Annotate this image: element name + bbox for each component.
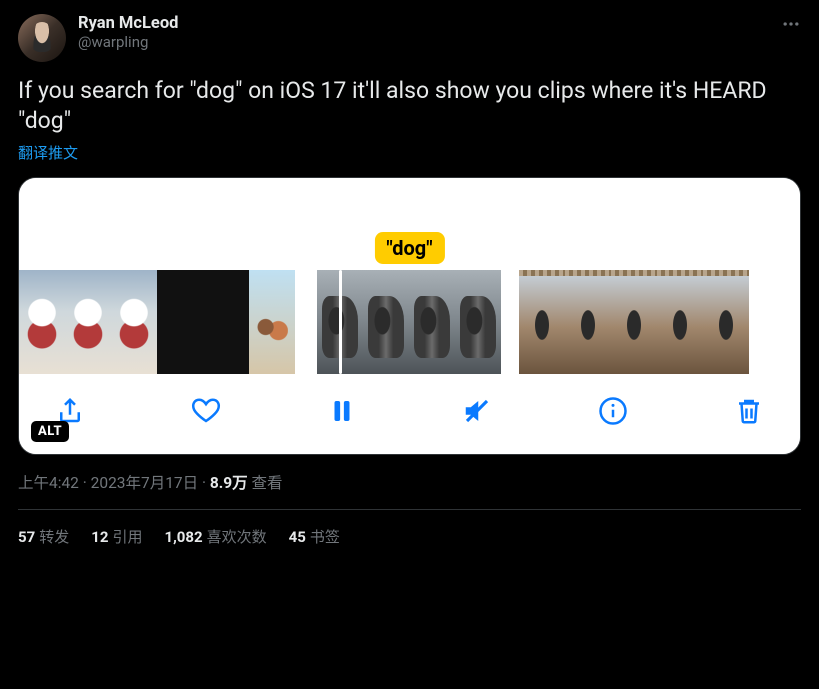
clip-group[interactable] [313,270,501,374]
clip-frame [409,270,455,374]
clip-frame [565,270,611,374]
avatar[interactable] [18,14,66,62]
pause-button[interactable] [325,394,359,428]
display-name: Ryan McLeod [78,14,178,33]
tweet-text: If you search for "dog" on iOS 17 it'll … [18,76,801,136]
retweets-stat[interactable]: 57转发 [18,526,69,547]
pause-icon [327,396,357,426]
clip-group[interactable] [519,270,749,374]
clip-frame [363,270,409,374]
info-icon [598,396,628,426]
clip-frame [657,270,703,374]
media-caption-area: "dog" [19,178,800,270]
clip-frame [19,270,65,374]
mute-button[interactable] [460,394,494,428]
user-handle: @warpling [78,33,178,51]
speaker-muted-icon [462,396,492,426]
clip-frame [455,270,501,374]
clip-frame [611,270,657,374]
tweet-time: 上午4:42 [18,474,79,492]
media-card[interactable]: "dog" [18,177,801,455]
more-button[interactable] [781,14,801,39]
bookmarks-stat[interactable]: 45书签 [289,526,340,547]
info-button[interactable] [596,394,630,428]
translate-link[interactable]: 翻译推文 [18,142,801,163]
views-label: 查看 [248,474,283,492]
trash-icon [734,396,764,426]
clip-frame [65,270,111,374]
clip-frame [203,270,249,374]
tweet-header: Ryan McLeod @warpling [18,14,801,62]
caption-chip: "dog" [374,232,444,264]
user-info[interactable]: Ryan McLeod @warpling [78,14,178,51]
tweet-container: Ryan McLeod @warpling If you search for … [0,0,819,561]
likes-stat[interactable]: 1,082喜欢次数 [164,526,266,547]
clip-frame [519,270,565,374]
tweet-date: 2023年7月17日 [91,474,198,492]
video-timeline[interactable] [19,270,800,374]
clip-frame [249,270,295,374]
clip-frame [703,270,749,374]
tweet-meta[interactable]: 上午4:42 · 2023年7月17日 · 8.9万 查看 [18,471,801,493]
delete-button[interactable] [732,394,766,428]
media-toolbar [19,374,800,454]
clip-frame [157,270,203,374]
heart-icon [191,396,221,426]
views-count: 8.9万 [210,474,248,492]
clip-group[interactable] [19,270,295,374]
alt-badge[interactable]: ALT [31,421,69,442]
tweet-stats: 57转发 12引用 1,082喜欢次数 45书签 [18,510,801,547]
like-button[interactable] [189,394,223,428]
clip-frame [111,270,157,374]
quotes-stat[interactable]: 12引用 [91,526,142,547]
clip-frame [317,270,363,374]
